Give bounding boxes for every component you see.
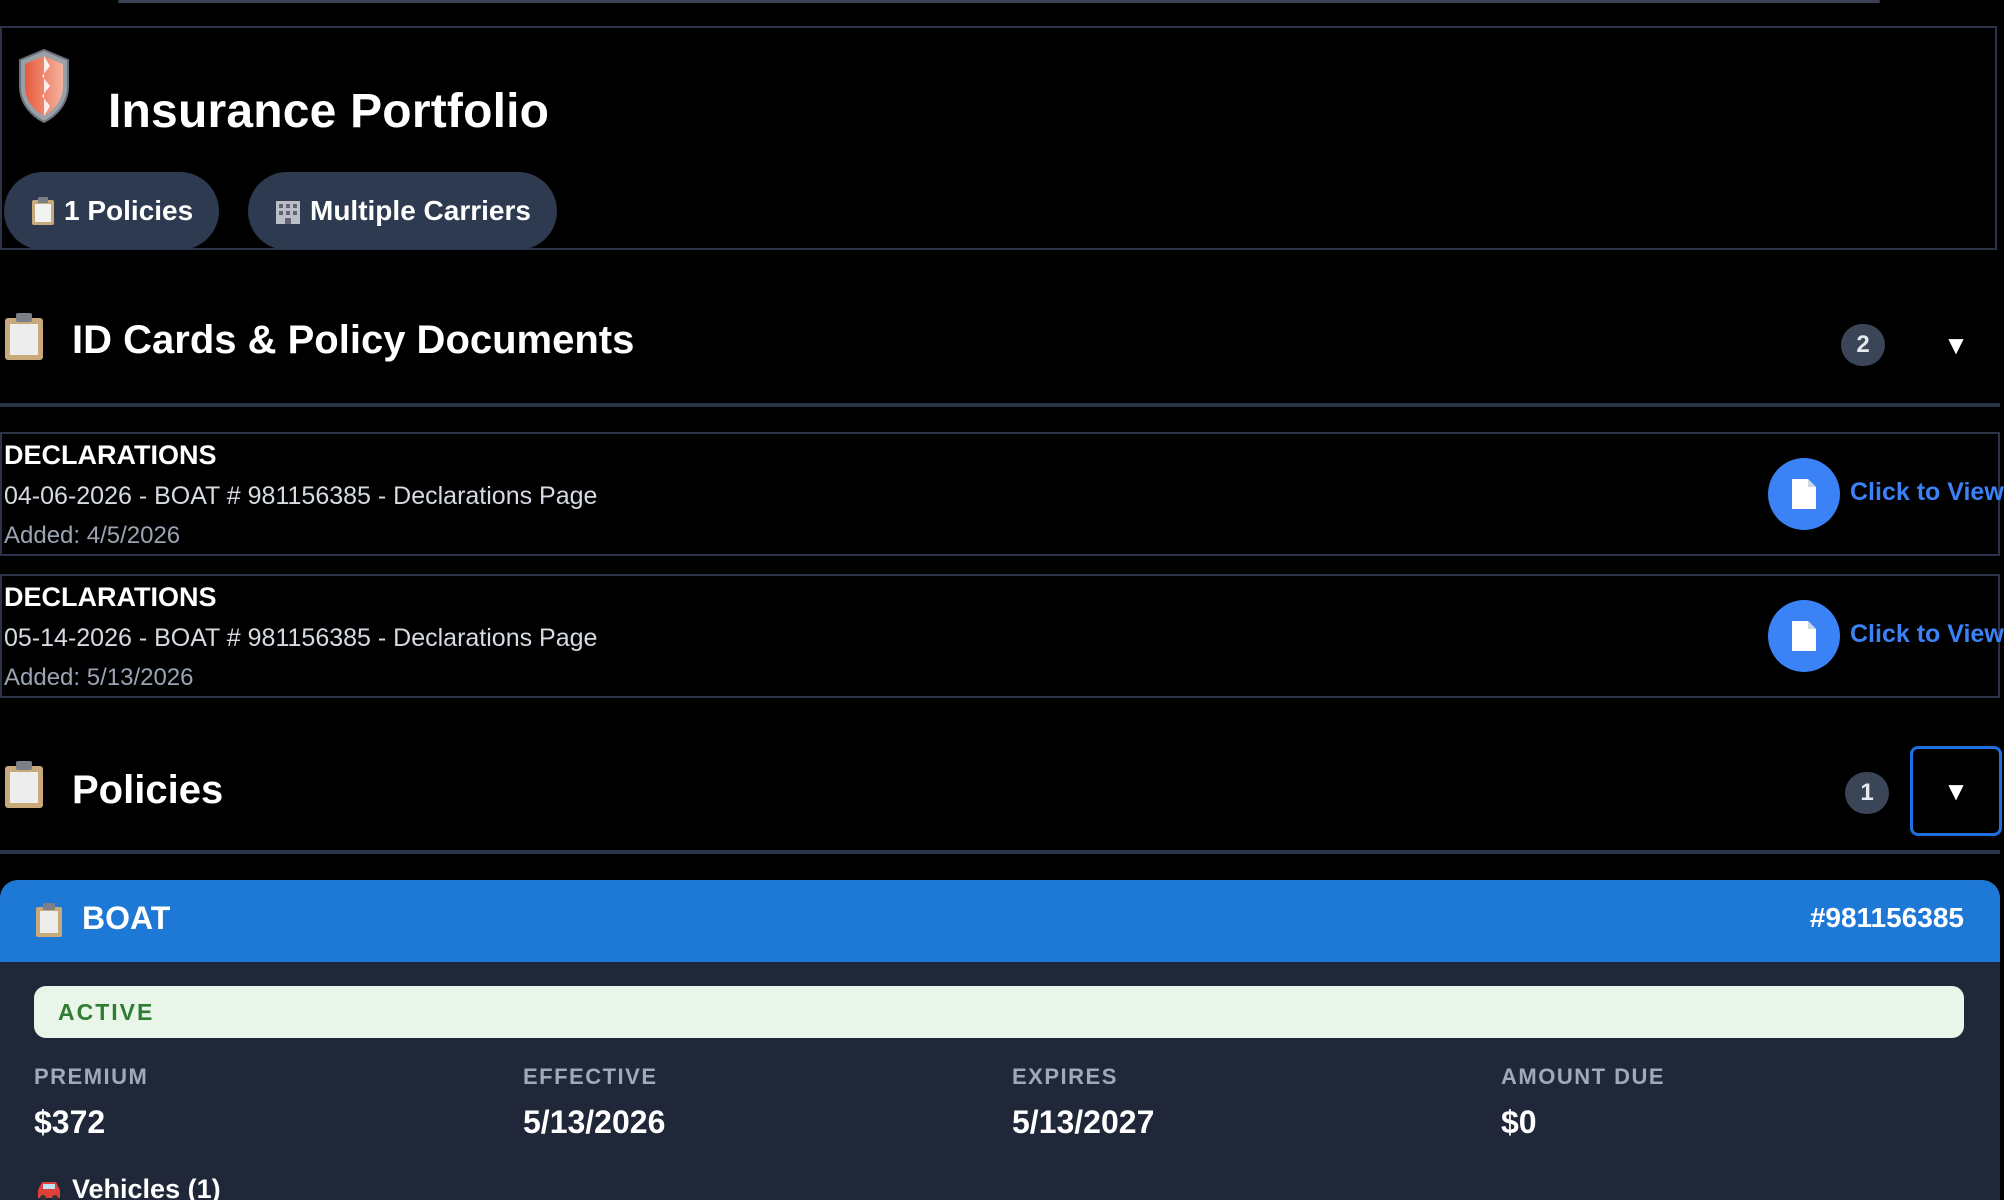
stat-label: EXPIRES — [1012, 1064, 1118, 1089]
policies-count-badge: 1 — [1845, 772, 1889, 814]
policies-section-header: Policies 1 ▼ — [0, 738, 2002, 838]
document-added-date: Added: 5/13/2026 — [4, 664, 194, 691]
document-description: 04-06-2026 - BOAT # 981156385 - Declarat… — [4, 482, 598, 510]
policy-type: BOAT — [82, 900, 171, 936]
click-to-view-link[interactable]: Click to View — [1850, 478, 2004, 507]
top-divider — [118, 0, 1880, 3]
stat-label: AMOUNT DUE — [1501, 1064, 1666, 1089]
vehicles-label: Vehicles (1) — [72, 1174, 221, 1200]
document-row: DECLARATIONS 05-14-2026 - BOAT # 9811563… — [0, 574, 2004, 698]
effective-stat: EFFECTIVE 5/13/2026 — [523, 1064, 665, 1141]
documents-section-header: ID Cards & Policy Documents 2 ▼ — [0, 290, 2000, 390]
policy-card-header: BOAT #981156385 — [0, 880, 2000, 962]
status-badge: ACTIVE — [34, 986, 1964, 1038]
page-title: Insurance Portfolio — [108, 85, 550, 138]
documents-count-badge: 2 — [1841, 324, 1885, 366]
document-type: DECLARATIONS — [4, 440, 217, 470]
view-document-button[interactable] — [1768, 600, 1840, 672]
view-document-button[interactable] — [1768, 458, 1840, 530]
document-icon — [1792, 479, 1816, 509]
document-added-date: Added: 4/5/2026 — [4, 522, 181, 549]
click-to-view-link[interactable]: Click to View — [1850, 620, 2004, 649]
expires-stat: EXPIRES 5/13/2027 — [1012, 1064, 1154, 1141]
policies-count-pill[interactable]: 1 Policies — [4, 172, 220, 250]
pill-label: Multiple Carriers — [310, 195, 531, 226]
policy-card[interactable]: BOAT #981156385 ACTIVE PREMIUM $372 EFFE… — [0, 880, 2000, 1200]
clipboard-icon — [34, 902, 64, 943]
shield-icon — [19, 48, 69, 124]
document-type: DECLARATIONS — [4, 582, 217, 612]
clipboard-icon — [30, 196, 56, 226]
clipboard-icon — [2, 312, 46, 367]
stat-value: $372 — [34, 1104, 106, 1140]
document-row: DECLARATIONS 04-06-2026 - BOAT # 9811563… — [0, 432, 2004, 556]
premium-stat: PREMIUM $372 — [34, 1064, 148, 1141]
amount-due-stat: AMOUNT DUE $0 — [1501, 1064, 1665, 1141]
stat-value: 5/13/2026 — [523, 1104, 666, 1140]
building-icon — [274, 197, 302, 225]
portfolio-header: Insurance Portfolio 1 Policies Multiple … — [0, 26, 1997, 250]
vehicles-heading[interactable]: Vehicles (1) — [34, 1174, 221, 1200]
page: Insurance Portfolio 1 Policies Multiple … — [0, 0, 2004, 1200]
document-icon — [1792, 621, 1816, 651]
policies-collapse-toggle[interactable]: ▼ — [1910, 746, 2002, 836]
document-description: 05-14-2026 - BOAT # 981156385 - Declarat… — [4, 624, 598, 652]
pill-label: 1 Policies — [64, 195, 194, 226]
documents-collapse-toggle[interactable]: ▼ — [1910, 300, 2002, 390]
stat-label: PREMIUM — [34, 1064, 149, 1089]
stat-value: 5/13/2027 — [1012, 1104, 1155, 1140]
policy-number: #981156385 — [1809, 902, 1964, 933]
clipboard-icon — [2, 760, 46, 815]
section-divider — [0, 403, 2000, 407]
section-title: Policies — [72, 768, 224, 812]
stat-label: EFFECTIVE — [523, 1064, 658, 1089]
carriers-pill[interactable]: Multiple Carriers — [248, 172, 557, 250]
section-title: ID Cards & Policy Documents — [72, 318, 635, 362]
stat-value: $0 — [1501, 1104, 1537, 1140]
section-divider — [0, 850, 2000, 854]
car-icon — [34, 1178, 64, 1200]
